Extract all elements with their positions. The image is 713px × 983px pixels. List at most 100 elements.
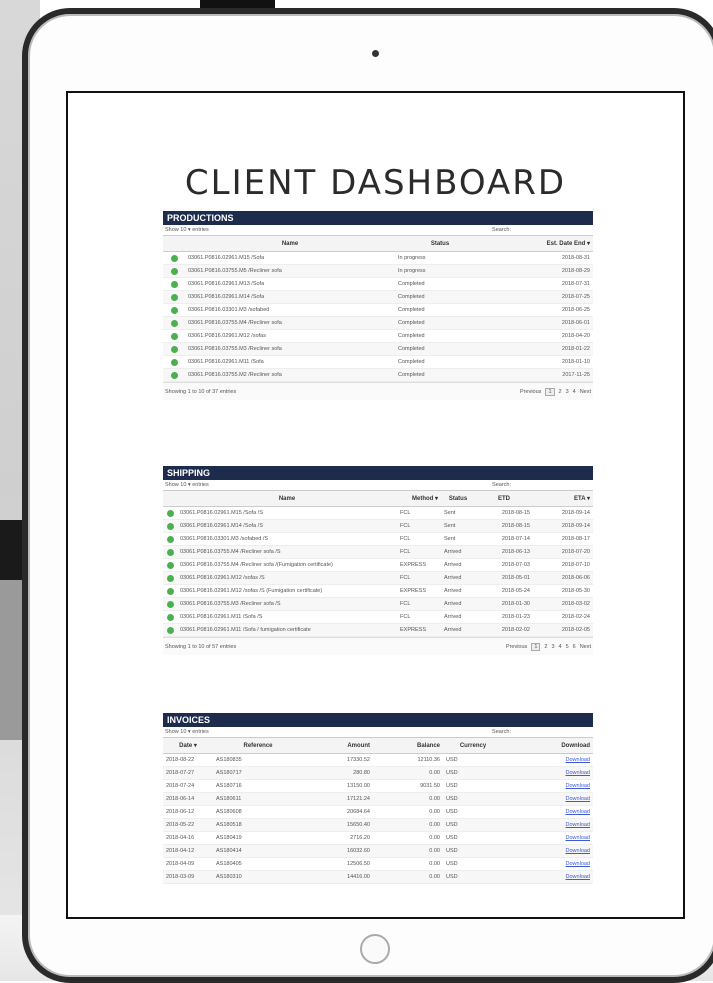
table-row: 2018-05-22 AS180518 15650.40 0.00 USD Downloa… <box>163 818 593 832</box>
shipment-status: Sent <box>441 519 475 533</box>
shipping-page-link[interactable]: 3 <box>551 644 554 650</box>
production-date-end: 2018-08-29 <box>485 264 593 278</box>
shipping-page-link[interactable]: 1 <box>531 642 541 651</box>
productions-page-link[interactable]: 2 <box>559 389 562 395</box>
production-name: 03061.P0816.02961.M12 /sofas <box>185 329 395 343</box>
shipment-eta: 2018-08-17 <box>533 532 593 546</box>
invoices-column-header[interactable]: Reference <box>213 737 303 754</box>
shipping-page-link[interactable]: Previous <box>506 644 527 650</box>
productions-page-link[interactable]: 3 <box>566 389 569 395</box>
invoice-download-link[interactable]: Download <box>566 861 590 867</box>
shipping-info: Showing 1 to 10 of 57 entries <box>165 643 237 650</box>
production-date-end: 2018-04-20 <box>485 329 593 343</box>
invoice-balance: 0.00 <box>373 766 443 780</box>
status-icon-cell <box>163 506 177 520</box>
status-icon-cell <box>163 316 185 330</box>
table-row: 03061.P0816.02961.M13 /Sofa Completed 2018… <box>163 277 593 291</box>
shipment-etd: 2018-01-23 <box>475 610 533 624</box>
productions-page-link[interactable]: Next <box>580 389 591 395</box>
productions-column-header[interactable]: Name <box>185 235 395 252</box>
download-cell: Download <box>503 753 593 767</box>
status-icon-cell <box>163 264 185 278</box>
invoice-amount: 17330.52 <box>303 753 373 767</box>
home-button[interactable] <box>360 934 390 964</box>
productions-length-select[interactable]: Show 10 ▾ entries <box>165 225 209 235</box>
invoices-header: INVOICES <box>163 713 593 727</box>
shipment-status: Arrived <box>441 610 475 624</box>
shipment-method: FCL <box>397 519 441 533</box>
invoice-reference: AS180608 <box>213 805 303 819</box>
shipment-status: Arrived <box>441 623 475 637</box>
shipping-controls: Show 10 ▾ entries Search: <box>163 480 593 490</box>
status-icon-cell <box>163 532 177 546</box>
invoice-reference: AS180405 <box>213 857 303 871</box>
invoice-download-link[interactable]: Download <box>566 757 590 763</box>
shipment-status: Arrived <box>441 584 475 598</box>
status-dot-icon <box>166 509 174 517</box>
shipment-method: FCL <box>397 506 441 520</box>
table-row: 2018-06-12 AS180608 20684.64 0.00 USD Downloa… <box>163 805 593 819</box>
invoice-reference: AS180518 <box>213 818 303 832</box>
invoices-search[interactable]: Search: <box>492 727 511 737</box>
shipping-column-header[interactable]: ETA ▾ <box>533 490 593 507</box>
productions-page-link[interactable]: 1 <box>545 387 555 396</box>
invoice-balance: 0.00 <box>373 831 443 845</box>
productions-column-header[interactable] <box>163 235 185 252</box>
shipping-page-link[interactable]: 6 <box>573 644 576 650</box>
invoices-column-header[interactable]: Amount <box>303 737 373 754</box>
shipping-page-link[interactable]: 2 <box>544 644 547 650</box>
status-dot-icon <box>166 626 174 634</box>
shipping-length-select[interactable]: Show 10 ▾ entries <box>165 480 209 490</box>
invoice-download-link[interactable]: Download <box>566 809 590 815</box>
invoice-download-link[interactable]: Download <box>566 848 590 854</box>
invoice-reference: AS180716 <box>213 779 303 793</box>
table-row: 2018-07-24 AS180716 13150.00 9031.50 USD Down… <box>163 779 593 793</box>
shipment-status: Sent <box>441 532 475 546</box>
invoice-download-link[interactable]: Download <box>566 796 590 802</box>
invoices-length-select[interactable]: Show 10 ▾ entries <box>165 727 209 737</box>
shipment-name: 03061.P0816.03755.M3 /Recliner sofa /S <box>177 597 397 611</box>
download-cell: Download <box>503 831 593 845</box>
shipping-page-link[interactable]: Next <box>580 644 591 650</box>
productions-footer: Showing 1 to 10 of 37 entries Previous 1 2… <box>163 382 593 400</box>
shipping-column-header[interactable]: ETD <box>475 490 533 507</box>
shipping-page-link[interactable]: 5 <box>566 644 569 650</box>
productions-column-header[interactable]: Status <box>395 235 485 252</box>
invoice-download-link[interactable]: Download <box>566 783 590 789</box>
shipment-eta: 2018-07-10 <box>533 558 593 572</box>
productions-page-link[interactable]: Previous <box>520 389 541 395</box>
invoice-download-link[interactable]: Download <box>566 835 590 841</box>
download-cell: Download <box>503 779 593 793</box>
production-status: Completed <box>395 277 485 291</box>
table-row: 03061.P0816.03755.M5 /Recliner sofa In pr… <box>163 264 593 278</box>
table-row: 03061.P0816.03755.M2 /Recliner sofa Compl… <box>163 368 593 382</box>
shipping-column-header[interactable] <box>163 490 177 507</box>
invoices-column-header[interactable]: Date ▾ <box>163 737 213 754</box>
table-row: 2018-03-09 AS180310 14416.00 0.00 USD Downloa… <box>163 870 593 884</box>
productions-page-link[interactable]: 4 <box>573 389 576 395</box>
invoices-column-header[interactable]: Currency <box>443 737 503 754</box>
invoice-download-link[interactable]: Download <box>566 822 590 828</box>
productions-search[interactable]: Search: <box>492 225 511 235</box>
invoice-download-link[interactable]: Download <box>566 770 590 776</box>
invoice-download-link[interactable]: Download <box>566 874 590 880</box>
status-icon-cell <box>163 290 185 304</box>
shipping-page-link[interactable]: 4 <box>559 644 562 650</box>
production-date-end: 2018-06-25 <box>485 303 593 317</box>
shipping-column-header[interactable]: Status <box>441 490 475 507</box>
status-icon-cell <box>163 571 177 585</box>
production-status: Completed <box>395 290 485 304</box>
shipment-etd: 2018-06-13 <box>475 545 533 559</box>
shipping-column-header[interactable]: Method ▾ <box>397 490 441 507</box>
shipment-method: FCL <box>397 532 441 546</box>
invoice-currency: USD <box>443 753 503 767</box>
productions-column-header[interactable]: Est. Date End ▾ <box>485 235 593 252</box>
invoices-column-header[interactable]: Download <box>503 737 593 754</box>
status-dot-icon <box>166 522 174 530</box>
table-row: 03061.P0816.03301.M3 /sofabed /S FCL Sent 2… <box>163 532 593 546</box>
production-status: Completed <box>395 316 485 330</box>
table-row: 03061.P0816.02961.M14 /Sofa /S FCL Sent 201… <box>163 519 593 533</box>
shipping-column-header[interactable]: Name <box>177 490 397 507</box>
shipping-search[interactable]: Search: <box>492 480 511 490</box>
invoices-column-header[interactable]: Balance <box>373 737 443 754</box>
